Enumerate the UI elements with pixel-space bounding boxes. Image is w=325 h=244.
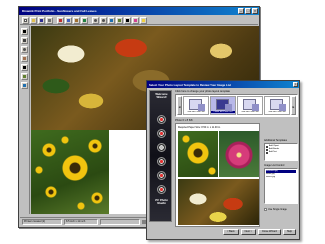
main-window-controls: – □ × <box>238 8 258 14</box>
wizard-button-row: < Back Next > Close Wizard Help <box>175 229 296 236</box>
copy-icon[interactable] <box>65 16 72 24</box>
status-empty-cell <box>100 219 140 225</box>
scroll-left-icon[interactable]: ◄ <box>177 96 182 115</box>
minimize-icon[interactable]: – <box>238 8 244 14</box>
main-titlebar: Dinamik Print Portfolio - Sunflowers and… <box>19 7 259 15</box>
checkbox-icon[interactable] <box>266 145 268 148</box>
next-button[interactable]: Next > <box>240 229 256 235</box>
zoom-out-icon[interactable] <box>100 16 107 24</box>
rotate-icon[interactable] <box>108 16 115 24</box>
preview-leaves-photo[interactable] <box>178 179 259 225</box>
undo-icon[interactable] <box>81 16 88 24</box>
color-icon[interactable] <box>132 16 139 24</box>
image-list: sunflower.jpg flower.jpg leaves.jpg <box>264 168 298 204</box>
step-edit-icon[interactable] <box>157 143 166 152</box>
template-thumbnail-selected[interactable]: Center like a Sixt Print <box>210 96 236 115</box>
step-text-icon[interactable] <box>157 157 166 166</box>
close-icon[interactable]: × <box>293 82 298 87</box>
rotate-tool-icon[interactable] <box>21 82 28 89</box>
print-icon[interactable] <box>46 16 53 24</box>
template-preview-icon <box>216 99 232 111</box>
template-thumbnail[interactable]: Glue like a Sixt Print <box>264 96 290 115</box>
help-icon[interactable] <box>140 16 147 24</box>
wizard-side-title: Welcome Wizard! <box>155 92 168 100</box>
additional-templates-label: Additional Templates <box>264 139 288 142</box>
step-print-icon[interactable] <box>157 171 166 180</box>
layout-preview: Required Paper Size: 8.50 in. x 11.00 in… <box>175 123 260 227</box>
preview-sunflower-photo[interactable] <box>178 131 218 177</box>
template-label: Center like a Sixt Print <box>211 111 235 113</box>
cut-icon[interactable] <box>57 16 64 24</box>
pan-icon[interactable] <box>21 55 28 62</box>
template-thumbnail-strip: ◄ Glue like a Sixt Print Center like a S… <box>175 94 298 117</box>
wizard-title: Select Your Photo Layout Template to Rev… <box>149 82 231 87</box>
crop-tool-icon[interactable] <box>21 73 28 80</box>
main-toolbar <box>20 16 258 25</box>
additional-templates-list: Add Clipart Add Border Add Text <box>264 143 298 161</box>
wizard-titlebar: Select Your Photo Layout Template to Rev… <box>147 81 299 88</box>
step-layout-icon[interactable] <box>157 129 166 138</box>
move-icon[interactable] <box>21 37 28 44</box>
template-label: Glue like a Sixt Print <box>268 111 286 113</box>
select-icon[interactable] <box>21 28 28 35</box>
single-image-checkbox[interactable] <box>264 208 267 211</box>
paste-icon[interactable] <box>73 16 80 24</box>
template-instruction: Click here to change your photo layout t… <box>175 90 230 93</box>
image-list-item[interactable]: leaves.jpg <box>266 176 296 179</box>
template-label: Glue like a Sixt Print <box>187 111 205 113</box>
wizard-controls: × <box>293 82 298 87</box>
close-icon[interactable]: × <box>252 8 258 14</box>
left-toolbox <box>20 26 30 214</box>
new-icon[interactable] <box>22 16 29 24</box>
additional-template-item[interactable]: Add Text <box>266 151 296 154</box>
layout-wizard-dialog: Select Your Photo Layout Template to Rev… <box>146 80 300 240</box>
template-preview-icon <box>243 99 259 111</box>
checkbox-icon[interactable] <box>266 151 268 154</box>
back-button[interactable]: < Back <box>222 229 239 235</box>
single-image-label: Use Single Image <box>268 208 287 211</box>
checkbox-icon[interactable] <box>266 148 268 151</box>
template-preview-icon <box>189 99 205 111</box>
main-window-title: Dinamik Print Portfolio - Sunflowers and… <box>22 9 97 13</box>
save-icon[interactable] <box>38 16 45 24</box>
step-save-icon[interactable] <box>157 185 166 194</box>
maximize-icon[interactable]: □ <box>245 8 251 14</box>
sunflower-photo[interactable] <box>31 130 109 214</box>
preview-pink-flower-photo[interactable] <box>219 131 259 177</box>
text-icon[interactable] <box>124 16 131 24</box>
step-photo-icon[interactable] <box>157 115 166 124</box>
template-preview-icon <box>270 99 286 111</box>
template-label: Glue like a Sixt Print <box>241 111 259 113</box>
single-image-option[interactable]: Use Single Image <box>264 208 287 211</box>
template-thumbnail[interactable]: Glue like a Sixt Print <box>237 96 263 115</box>
close-wizard-button[interactable]: Close Wizard <box>257 229 281 235</box>
help-button[interactable]: Help <box>282 229 296 235</box>
preview-caption: Photo 6 x 8 6/8 <box>175 119 193 122</box>
template-thumbnail[interactable]: Glue like a Sixt Print <box>183 96 209 115</box>
paper-size-label: Required Paper Size: 8.50 in. x 11.00 in… <box>178 126 221 129</box>
crop-icon[interactable] <box>116 16 123 24</box>
status-page-size: 8.5 inch x 11 inch <box>64 219 98 225</box>
zoom-icon[interactable] <box>21 46 28 53</box>
wizard-sidebar: Welcome Wizard! PC Photo Studio <box>149 90 172 222</box>
status-printers: Printers located (2) <box>22 219 62 225</box>
zoom-in-icon[interactable] <box>92 16 99 24</box>
image-list-label: Image List Control <box>264 164 285 167</box>
text-tool-icon[interactable] <box>21 64 28 71</box>
scroll-right-icon[interactable]: ► <box>291 96 296 115</box>
wizard-logo: PC Photo Studio <box>155 198 168 206</box>
open-icon[interactable] <box>30 16 37 24</box>
